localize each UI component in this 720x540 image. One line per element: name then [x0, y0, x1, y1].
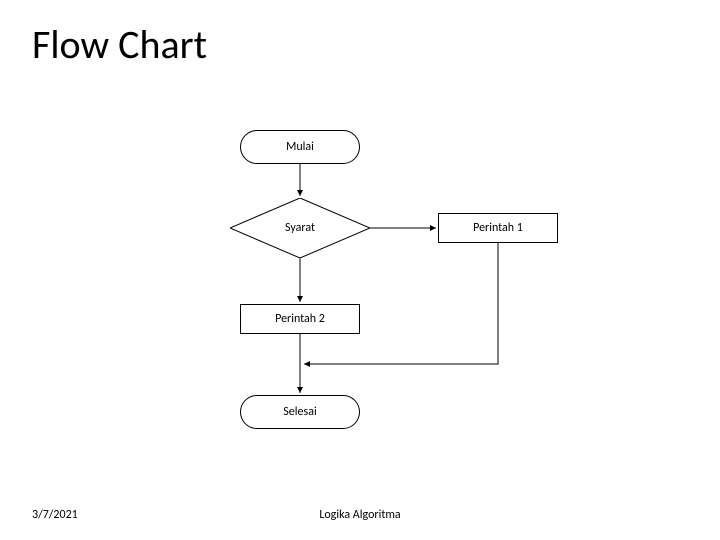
- node-condition: Syarat: [230, 198, 370, 258]
- diamond-shape-icon: [230, 198, 370, 258]
- node-perintah1: Perintah 1: [438, 213, 558, 243]
- node-perintah1-label: Perintah 1: [473, 221, 523, 235]
- node-end: Selesai: [240, 395, 360, 429]
- node-perintah2-label: Perintah 2: [275, 312, 325, 326]
- node-perintah2: Perintah 2: [240, 304, 360, 334]
- node-start-label: Mulai: [286, 140, 314, 154]
- node-start: Mulai: [240, 130, 360, 164]
- flowchart-connectors: [0, 0, 720, 540]
- footer-caption: Logika Algoritma: [0, 508, 720, 522]
- node-end-label: Selesai: [283, 405, 316, 419]
- slide-title: Flow Chart: [32, 20, 207, 69]
